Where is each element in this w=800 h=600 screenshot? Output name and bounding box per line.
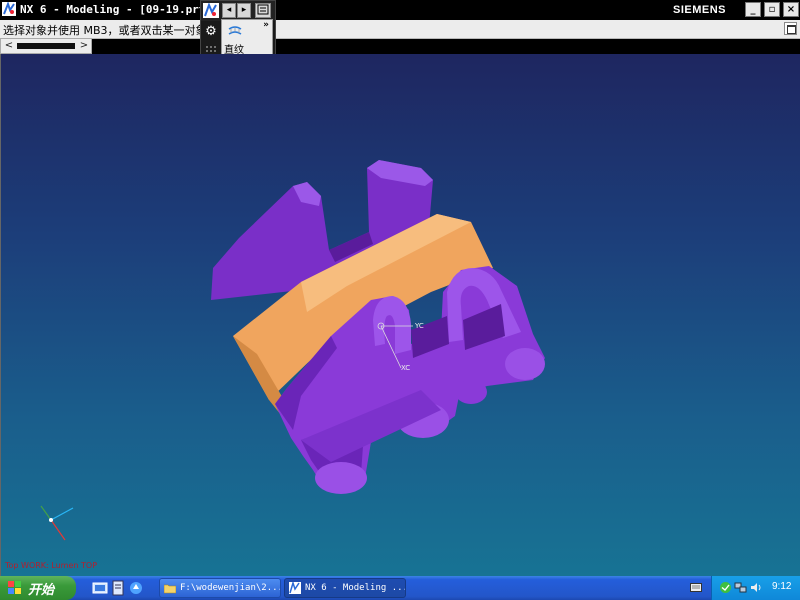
folder-icon: [164, 584, 176, 594]
start-button[interactable]: 开始: [0, 576, 76, 600]
view-triad-icon: [40, 505, 74, 541]
minimize-button[interactable]: _: [745, 2, 761, 17]
system-tray: 9:12: [711, 576, 800, 600]
scroll-left-button[interactable]: <: [2, 40, 16, 52]
keyboard-icon[interactable]: [690, 582, 702, 593]
taskbar-explorer-button[interactable]: F:\wodewenjian\2...: [159, 578, 281, 598]
bump-3: [315, 462, 367, 494]
prompt-bar: 选择对象并使用 MB3，或者双击某一对象: [0, 20, 800, 39]
show-desktop-icon[interactable]: [92, 580, 108, 596]
restore-button[interactable]: ▫: [764, 2, 780, 17]
bump-4: [455, 380, 487, 404]
bump-2: [505, 348, 545, 380]
prompt-text: 选择对象并使用 MB3，或者双击某一对象: [3, 24, 207, 37]
back-button[interactable]: ◂: [222, 3, 236, 18]
windows-flag-icon: [8, 581, 21, 594]
close-button[interactable]: ×: [783, 2, 799, 17]
nx-logo-icon: [289, 582, 301, 594]
quicklaunch-app-icon[interactable]: [128, 580, 144, 596]
graphics-viewport[interactable]: YC XC Top WORK: Lumen TOP: [0, 54, 800, 576]
ruled-surface-icon: [228, 26, 242, 35]
gear-icon[interactable]: ⚙: [204, 25, 218, 39]
scroll-right-button[interactable]: >: [77, 40, 91, 52]
xc-label: XC: [401, 364, 410, 372]
scroll-thumb[interactable]: [17, 43, 75, 49]
taskbar-nx-button[interactable]: NX 6 - Modeling ...: [284, 578, 406, 598]
selection-scroll-strip: < >: [0, 38, 92, 54]
view-name-label: Top WORK: Lumen TOP: [5, 561, 98, 570]
maximize-graphics-button[interactable]: [784, 22, 797, 35]
nx-small-logo-icon: [203, 3, 219, 18]
antivirus-icon[interactable]: [719, 581, 732, 594]
more-chevron-icon[interactable]: »: [263, 20, 269, 30]
view-menu-icon[interactable]: [255, 3, 271, 18]
taskbar: 开始 F:\wodewenjian\2... NX 6 - Modeling .…: [0, 576, 800, 600]
title-bar: NX 6 - Modeling - [09-19.prt SIEMENS _ ▫…: [0, 0, 800, 20]
start-label: 开始: [28, 583, 55, 598]
quicklaunch-doc-icon[interactable]: [110, 580, 126, 596]
volume-icon[interactable]: [750, 581, 763, 594]
forward-button[interactable]: ▸: [237, 3, 251, 18]
yc-label: YC: [414, 322, 424, 330]
clock: 9:12: [772, 581, 792, 592]
siemens-logo: SIEMENS: [673, 4, 727, 16]
taskbar-explorer-label: F:\wodewenjian\2...: [180, 583, 281, 593]
nx-logo-icon: [2, 2, 16, 16]
popup-toolbar-header: ◂ ▸: [201, 1, 275, 21]
network-icon[interactable]: [734, 581, 747, 594]
window-title: NX 6 - Modeling - [09-19.prt: [20, 3, 206, 16]
taskbar-nx-label: NX 6 - Modeling ...: [305, 583, 406, 593]
part-model[interactable]: YC XC: [1, 54, 800, 576]
